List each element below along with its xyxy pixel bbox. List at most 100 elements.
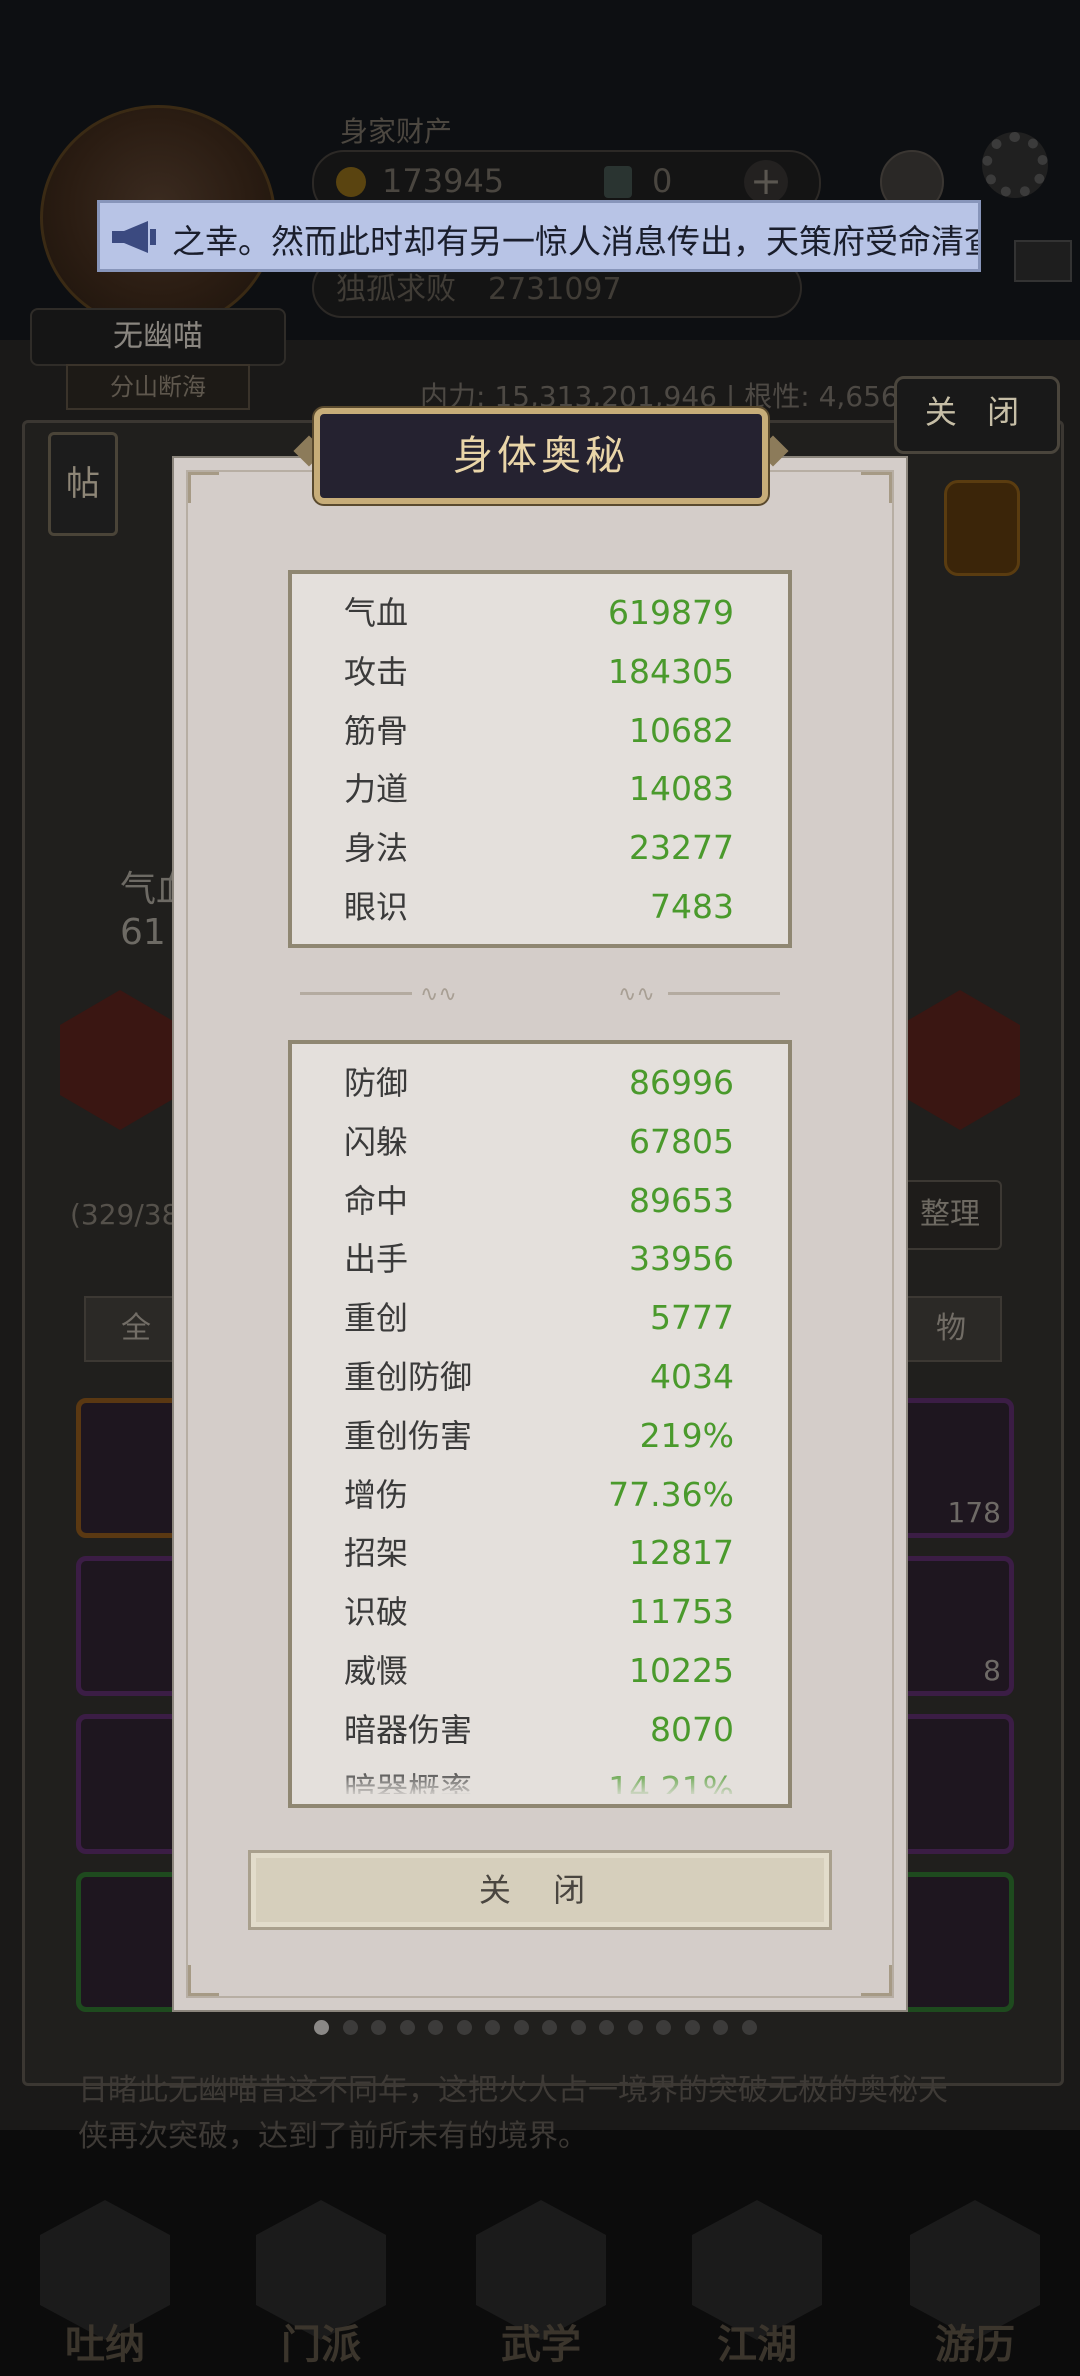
divider-swirl-icon: ∿∿: [420, 982, 457, 1007]
nav-label: 游历: [935, 2322, 1015, 2368]
stat-row: 招架 12817: [292, 1524, 788, 1583]
base-stats-panel: 气血 619879 攻击 184305 筋骨 10682 力道 14083 身法 23277 眼识 7…: [288, 570, 792, 948]
nav-menpai[interactable]: 门派: [246, 2200, 396, 2370]
page-dot[interactable]: [656, 2020, 671, 2035]
arrange-button[interactable]: 整理: [898, 1180, 1002, 1250]
stat-value: 12817: [629, 1533, 734, 1573]
megaphone-icon: [112, 221, 156, 253]
modal-close-button[interactable]: 关 闭: [248, 1850, 832, 1930]
stat-value: 89653: [629, 1180, 734, 1220]
lantern-icon[interactable]: [944, 480, 1020, 576]
page-dot[interactable]: [314, 2020, 329, 2035]
stat-row: 重创伤害 219%: [292, 1407, 788, 1466]
modal-title-plate: 身体奥秘: [314, 408, 768, 504]
corner-ornament: [861, 472, 892, 503]
divider-line: [300, 992, 412, 995]
stat-label: 命中: [344, 1181, 409, 1220]
story-text: 日睹此无幽喵昔这不同年，这把火人占一境界的突破无极的奥秘天 侠再次突破，达到了前…: [78, 2068, 1038, 2160]
inventory-count: (329/38: [70, 1198, 180, 1231]
stat-row: 威慑 10225: [292, 1642, 788, 1701]
base-stats-list: 气血 619879 攻击 184305 筋骨 10682 力道 14083 身法 23277 眼识 7…: [292, 584, 788, 937]
stat-value: 184305: [608, 651, 734, 691]
rank-label: 独孤求败: [336, 272, 456, 307]
nav-label: 江湖: [717, 2322, 797, 2368]
stat-label: 气血: [344, 594, 409, 632]
add-currency-button[interactable]: +: [744, 160, 788, 204]
page-dot[interactable]: [428, 2020, 443, 2035]
page-dot[interactable]: [542, 2020, 557, 2035]
page-dot[interactable]: [741, 2020, 757, 2035]
gem-value: 0: [652, 162, 673, 200]
gold-coin-icon: [336, 167, 366, 197]
page-dot[interactable]: [599, 2020, 614, 2035]
stat-value: 14083: [629, 769, 734, 809]
stat-row: 命中 89653: [292, 1172, 788, 1231]
stat-value: 7483: [650, 886, 734, 926]
page-dot[interactable]: [513, 2020, 529, 2035]
stat-label: 防御: [344, 1064, 409, 1102]
stat-value: 77.36%: [608, 1474, 734, 1514]
advanced-stats-scroll[interactable]: 防御 86996 闪躲 67805 命中 89653 出手 33956 重创 5777 重创防御 40…: [292, 1054, 788, 1794]
gold-value: 173945: [382, 162, 505, 200]
modal-title: 身体奥秘: [453, 433, 629, 479]
invite-card-button[interactable]: 帖: [48, 432, 118, 536]
page-dot[interactable]: [713, 2020, 728, 2035]
advanced-stats-panel[interactable]: 防御 86996 闪躲 67805 命中 89653 出手 33956 重创 5777 重创防御 40…: [288, 1040, 792, 1808]
stat-value: 8070: [650, 1709, 734, 1749]
background-close-button[interactable]: 关 闭: [894, 376, 1060, 454]
stat-label: 力道: [344, 770, 409, 809]
divider-line: [668, 992, 780, 995]
stat-value: 5777: [650, 1298, 734, 1338]
stat-label: 重创: [344, 1299, 409, 1338]
stat-label: 识破: [344, 1593, 409, 1632]
player-title: 分山断海: [66, 364, 250, 410]
page-dot[interactable]: [570, 2020, 586, 2035]
story-line: 日睹此无幽喵昔这不同年，这把火人占一境界的突破无极的奥秘天: [78, 2073, 948, 2108]
nav-label: 吐纳: [65, 2322, 145, 2368]
stat-label: 眼识: [344, 887, 409, 926]
notice-banner: 之幸。然而此时却有另一惊人消息传出，天策府受命清查: [97, 200, 981, 272]
stat-label: 身法: [344, 829, 409, 868]
nav-jianghu[interactable]: 江湖: [682, 2200, 832, 2370]
page-dot[interactable]: [456, 2020, 472, 2035]
corner-ornament: [188, 472, 219, 503]
stat-label: 威慑: [344, 1651, 409, 1690]
stat-label: 筋骨: [344, 711, 409, 750]
stat-row: 攻击 184305: [292, 643, 788, 702]
advanced-stats-list: 防御 86996 闪躲 67805 命中 89653 出手 33956 重创 5777 重创防御 40…: [292, 1054, 788, 1794]
stat-row: 识破 11753: [292, 1583, 788, 1642]
nav-wuxue[interactable]: 武学: [466, 2200, 616, 2370]
tab-items[interactable]: 物: [900, 1296, 1002, 1362]
nav-youli[interactable]: 游历: [900, 2200, 1050, 2370]
page-dot[interactable]: [342, 2020, 358, 2035]
stat-row: 气血 619879: [292, 584, 788, 643]
wealth-label: 身家财产: [340, 115, 453, 148]
stat-label: 重创防御: [344, 1357, 473, 1396]
page-dot[interactable]: [627, 2020, 643, 2035]
stat-value: 23277: [629, 828, 734, 868]
page-dot[interactable]: [399, 2020, 415, 2035]
stat-value: 219%: [639, 1415, 734, 1455]
page-dot[interactable]: [485, 2020, 500, 2035]
stat-row: 重创防御 4034: [292, 1348, 788, 1407]
player-name: 无幽喵: [30, 308, 286, 366]
page-dot[interactable]: [684, 2020, 700, 2035]
page-dot[interactable]: [371, 2020, 386, 2035]
gem-icon: [604, 166, 632, 198]
stat-row: 重创 5777: [292, 1289, 788, 1348]
mail-icon[interactable]: [1014, 240, 1072, 282]
stat-label: 暗器伤害: [344, 1710, 473, 1749]
stat-label: 招架: [344, 1534, 409, 1573]
stat-label: 闪躲: [344, 1122, 409, 1161]
scroll-fade: [292, 1768, 788, 1804]
settings-gear-icon[interactable]: [982, 132, 1048, 198]
stat-row: 筋骨 10682: [292, 702, 788, 761]
stat-label: 重创伤害: [344, 1416, 473, 1455]
stat-row: 出手 33956: [292, 1230, 788, 1289]
stat-row: 力道 14083: [292, 760, 788, 819]
nav-tuna[interactable]: 吐纳: [30, 2200, 180, 2370]
stat-value: 86996: [629, 1063, 734, 1102]
divider-swirl-icon: ∿∿: [618, 982, 655, 1007]
page-indicator: [314, 2020, 770, 2040]
stat-value: 619879: [608, 593, 734, 632]
